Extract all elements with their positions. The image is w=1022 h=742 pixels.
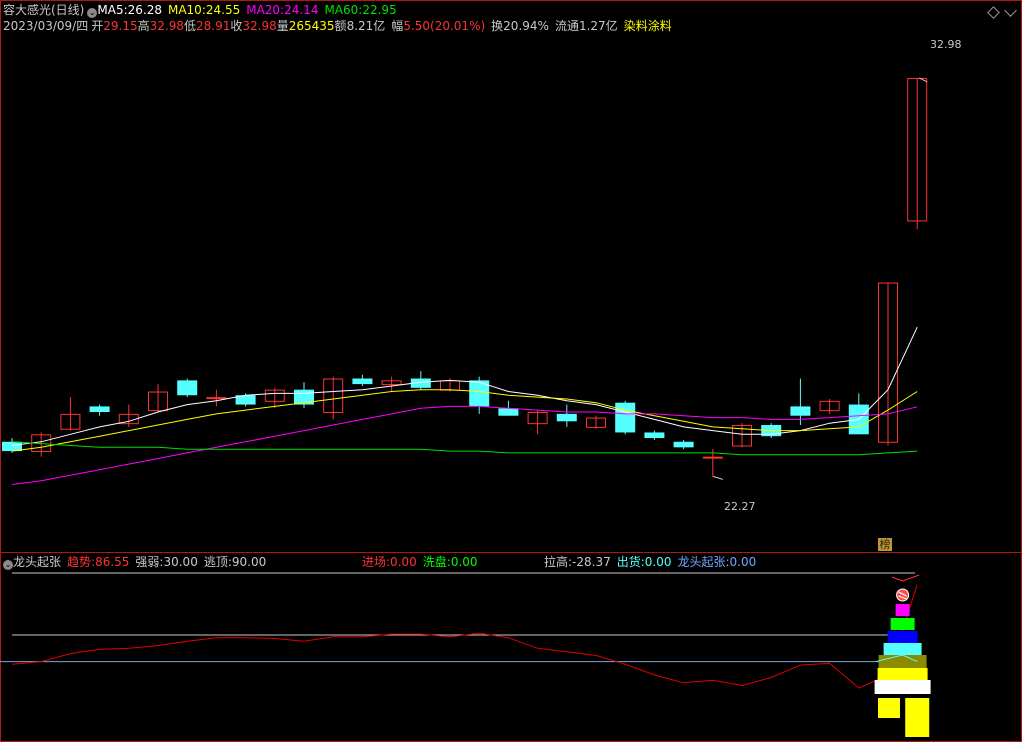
signal-bar: [877, 668, 928, 680]
entry-label: 进场:: [362, 555, 391, 569]
chart-canvas: [0, 0, 1022, 742]
indicator-name: 龙头起张: [13, 555, 62, 569]
candle-body: [615, 402, 636, 433]
pull-label: 拉高:: [544, 555, 573, 569]
candle-body: [673, 441, 694, 448]
strength-label: 强弱:: [135, 555, 164, 569]
ma60-line: [11, 441, 918, 456]
low-marker-pointer: [712, 475, 723, 480]
indicator-row-2: 进场:0.00 洗盘:0.00: [362, 555, 478, 569]
title-row: 容大感光(日线) ⌄ MA5:26.28 MA10:24.55 MA20:24.14 MA…: [3, 3, 397, 18]
candle-body: [556, 413, 577, 422]
escape-value: 90.00: [231, 555, 267, 569]
trend-arrow: [891, 574, 920, 582]
signal-bar: [887, 631, 918, 643]
float-value: 1.27亿: [578, 19, 618, 33]
high-marker-label: 32.98: [930, 38, 962, 51]
ma60-label: MA60:: [324, 3, 363, 17]
candle-body: [644, 432, 665, 439]
close-label: 收: [230, 19, 243, 33]
low-value: 28.91: [195, 19, 231, 33]
signal-bar: [874, 680, 931, 694]
stock-title: 容大感光(日线): [3, 3, 85, 17]
ma10-line: [11, 389, 918, 452]
change-value: 5.50(20.01%): [403, 19, 486, 33]
open-value: 29.15: [103, 19, 138, 33]
change-label: 幅: [391, 19, 404, 33]
date: 2023/03/09/四: [3, 19, 89, 33]
float-label: 流通: [554, 19, 579, 33]
trend-label: 趋势:: [67, 555, 96, 569]
amount-value: 8.21亿: [346, 19, 386, 33]
ma20-value: 24.14: [284, 3, 319, 17]
indicator-row: ⌄ 龙头起张 趋势:86.55 强弱:30.00 逃顶:90.00: [3, 555, 267, 570]
chart-window: 容大感光(日线) ⌄ MA5:26.28 MA10:24.55 MA20:24.14 MA…: [0, 0, 1022, 742]
wash-label: 洗盘:: [422, 555, 451, 569]
window-frame: [0, 0, 1022, 742]
indicator-row-3: 拉高:-28.37 出货:0.00 龙头起张:0.00: [544, 555, 756, 569]
candle-body: [2, 441, 22, 452]
dragon-value: 0.00: [729, 555, 757, 569]
trend-line: [11, 584, 918, 689]
signal-bar-lower: [905, 698, 930, 737]
bang-badge[interactable]: 榜: [878, 538, 892, 551]
ma20-line: [11, 405, 918, 485]
turnover-label: 换: [491, 19, 504, 33]
ship-label: 出货:: [616, 555, 645, 569]
low-label: 低: [183, 19, 196, 33]
signal-bar-lower: [878, 698, 900, 718]
chevron-down-icon[interactable]: ⌄: [87, 8, 98, 18]
ship-value: 0.00: [644, 555, 672, 569]
industry[interactable]: 染料涂料: [624, 19, 672, 33]
close-value: 32.98: [242, 19, 277, 33]
signal-bar: [890, 618, 915, 630]
ma60-value: 22.95: [362, 3, 397, 17]
signal-bar: [895, 604, 910, 616]
low-marker-label: 22.27: [724, 500, 756, 513]
high-label: 高: [137, 19, 150, 33]
dragon-label: 龙头起张:: [677, 555, 730, 569]
chevron-down-icon[interactable]: ⌄: [3, 560, 13, 570]
candle-body: [702, 456, 723, 459]
quote-row: 2023/03/09/四 开29.15高32.98低28.91收32.98量265…: [3, 19, 672, 33]
candle-body: [206, 397, 227, 400]
candle-body: [498, 408, 519, 416]
ma5-value: 26.28: [127, 3, 162, 17]
ma10-value: 24.55: [205, 3, 241, 17]
signal-bar: [878, 655, 927, 668]
volume-value: 265435: [288, 19, 335, 33]
trend-value: 86.55: [95, 555, 130, 569]
pull-value: -28.37: [572, 555, 611, 569]
turnover-value: 20.94%: [503, 19, 549, 33]
wash-value: 0.00: [450, 555, 478, 569]
ma5-line: [11, 326, 918, 446]
strength-value: 30.00: [163, 555, 198, 569]
candle-body: [89, 406, 110, 412]
high-value: 32.98: [149, 19, 184, 33]
ma5-label: MA5:: [97, 3, 128, 17]
signal-bar: [883, 643, 922, 655]
entry-value: 0.00: [390, 555, 417, 569]
amount-label: 额: [334, 19, 347, 33]
open-label: 开: [91, 19, 104, 33]
signal-ball: [896, 588, 910, 602]
candle-body: [790, 406, 811, 416]
candle-body: [352, 378, 373, 385]
volume-label: 量: [276, 19, 289, 33]
escape-label: 逃顶:: [203, 555, 232, 569]
candle-body: [177, 380, 198, 396]
ma20-label: MA20:: [246, 3, 285, 17]
ma10-label: MA10:: [167, 3, 206, 17]
